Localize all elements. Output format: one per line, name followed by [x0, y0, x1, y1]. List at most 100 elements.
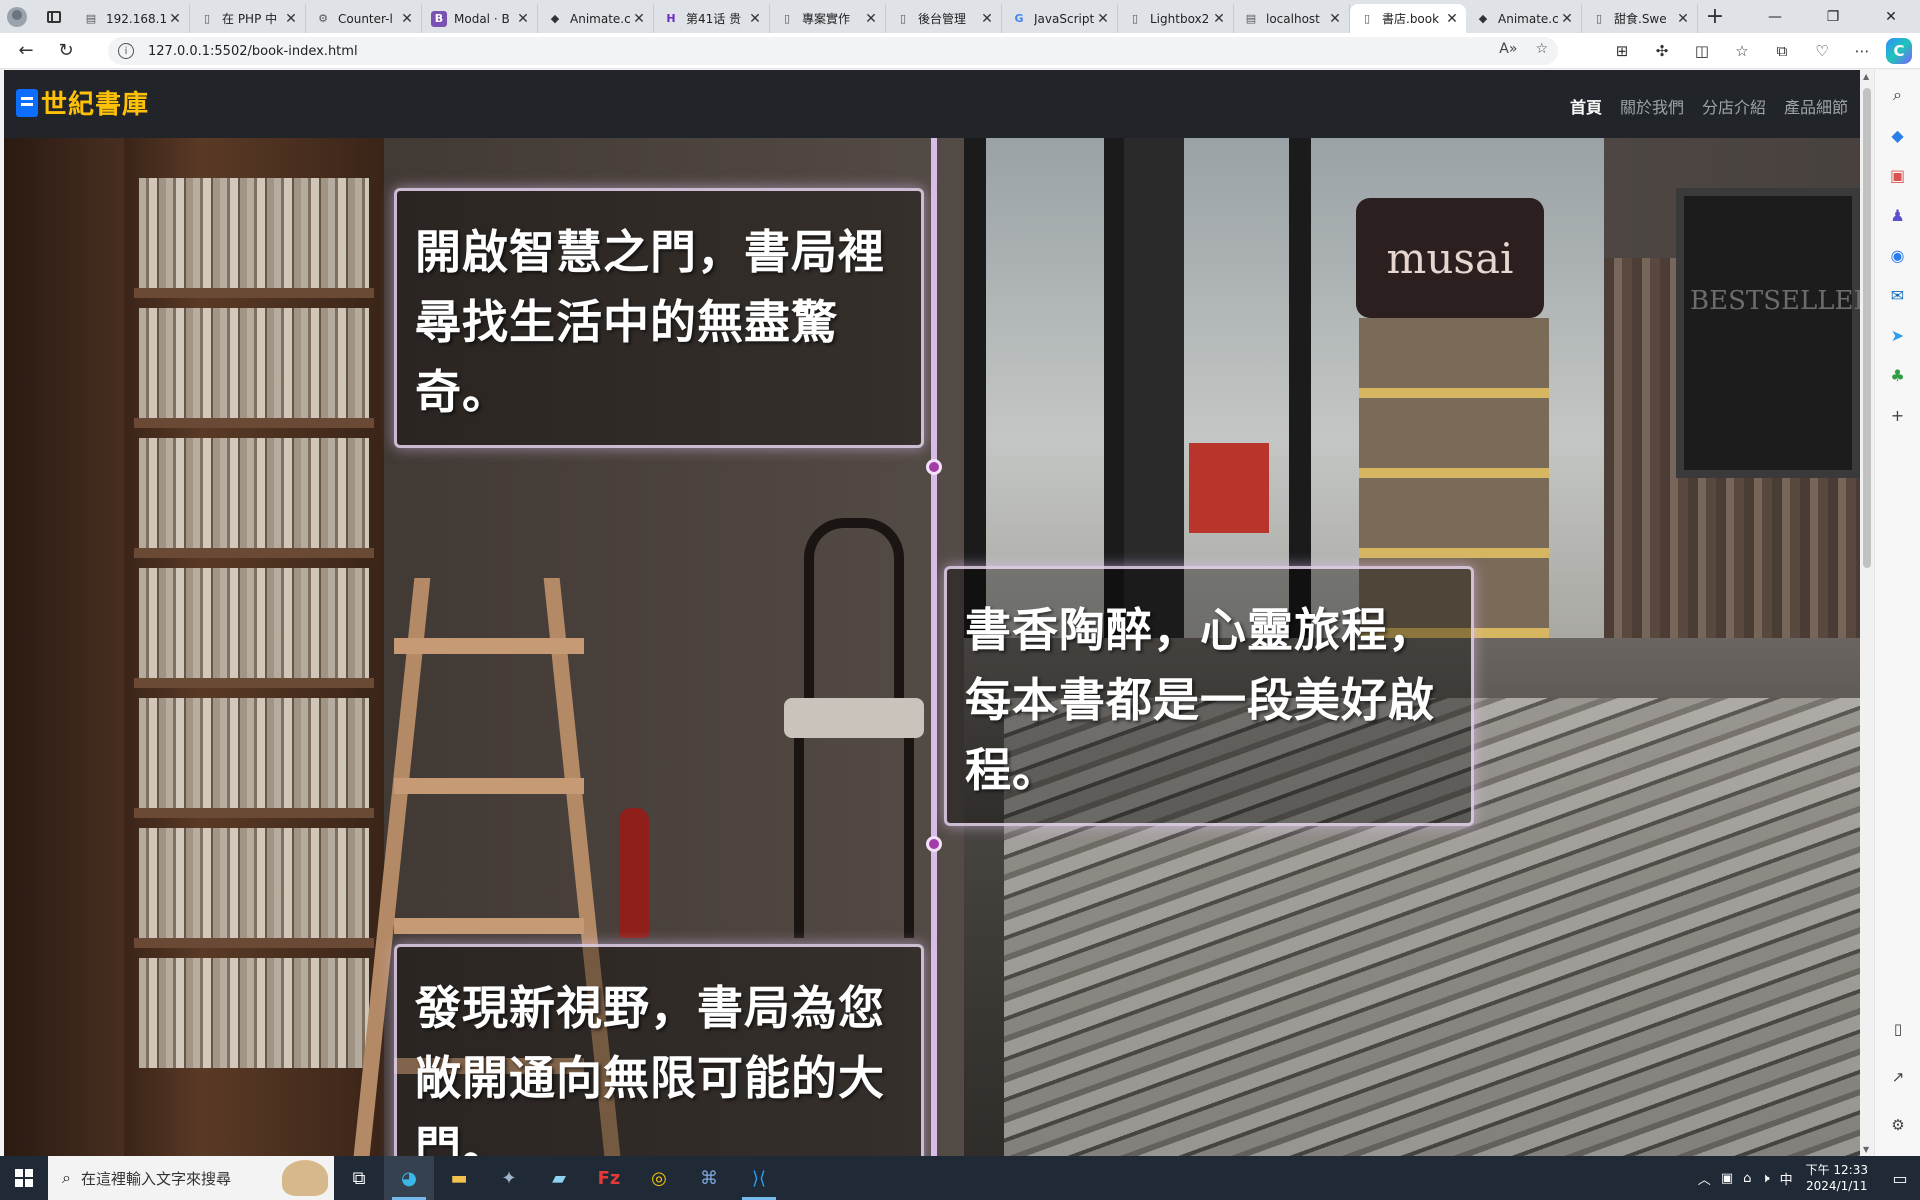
browser-tab[interactable]: G JavaScript ✕: [1002, 4, 1118, 33]
read-aloud-icon[interactable]: A»: [1499, 41, 1517, 57]
collections-icon[interactable]: ⧉: [1766, 35, 1798, 67]
scroll-up-arrow-icon[interactable]: ▲: [1863, 72, 1869, 81]
volume-icon[interactable]: 🕨: [1761, 1171, 1769, 1186]
browser-tab[interactable]: ▯ 甜食.Swe ✕: [1582, 4, 1698, 33]
tools-icon[interactable]: ▣: [1883, 160, 1913, 190]
close-tab-icon[interactable]: ✕: [283, 11, 299, 27]
browser-tab[interactable]: ▯ Lightbox2 ✕: [1118, 4, 1234, 33]
close-tab-icon[interactable]: ✕: [1559, 11, 1575, 27]
sidebar-panel-icon[interactable]: ▯: [1883, 1014, 1913, 1044]
games-icon[interactable]: ♟: [1883, 200, 1913, 230]
google-icon: G: [1014, 12, 1024, 25]
translate-icon[interactable]: ⊞: [1606, 35, 1638, 67]
chrome-icon[interactable]: ◎: [634, 1156, 684, 1200]
browser-tab[interactable]: ▤ 192.168.1 ✕: [74, 4, 190, 33]
file-explorer-icon[interactable]: ▬: [434, 1156, 484, 1200]
scrollbar-thumb[interactable]: [1863, 88, 1871, 568]
scroll-down-arrow-icon[interactable]: ▼: [1863, 1145, 1869, 1154]
browser-tab[interactable]: ◆ Animate.c ✕: [1466, 4, 1582, 33]
document-icon: ▯: [1595, 12, 1603, 25]
browser-tab[interactable]: ◆ Animate.c ✕: [538, 4, 654, 33]
shelf-books: [139, 178, 369, 288]
hero-section: musai BESTSELLER 開啟智慧之門，書局裡尋找生活中的無盡驚奇。 書…: [4, 138, 1860, 1156]
close-tab-icon[interactable]: ✕: [1444, 11, 1460, 27]
tree-icon[interactable]: ♣: [1883, 360, 1913, 390]
minimize-button[interactable]: —: [1746, 0, 1804, 33]
close-tab-icon[interactable]: ✕: [863, 11, 879, 27]
filezilla-icon[interactable]: Fz: [584, 1156, 634, 1200]
start-button[interactable]: [0, 1156, 48, 1200]
tray-expand-icon[interactable]: ︿: [1698, 1169, 1711, 1188]
favorites-icon[interactable]: ☆: [1726, 35, 1758, 67]
more-menu-icon[interactable]: ⋯: [1846, 35, 1878, 67]
close-tab-icon[interactable]: ✕: [979, 11, 995, 27]
close-tab-icon[interactable]: ✕: [1675, 11, 1691, 27]
new-tab-button[interactable]: +: [1698, 0, 1732, 33]
taskbar-search[interactable]: ⌕ 在這裡輸入文字來搜尋: [48, 1156, 334, 1200]
network-icon[interactable]: ⌂: [1743, 1171, 1751, 1186]
nav-link[interactable]: 首頁: [1570, 94, 1602, 118]
vscode-icon[interactable]: ⟩⟨: [734, 1156, 784, 1200]
browser-essentials-icon[interactable]: ♡: [1806, 35, 1838, 67]
notification-icon[interactable]: ▭: [1880, 1156, 1920, 1200]
task-view-icon[interactable]: ⧉: [334, 1156, 384, 1200]
close-tab-icon[interactable]: ✕: [167, 11, 183, 27]
copilot-icon[interactable]: C: [1886, 38, 1912, 64]
search-icon[interactable]: ⌕: [1883, 80, 1913, 110]
shelf-board: [134, 938, 374, 948]
send-icon[interactable]: ➤: [1883, 320, 1913, 350]
external-link-icon[interactable]: ↗: [1883, 1062, 1913, 1092]
browser-tab[interactable]: ▯ 書店.book ✕: [1350, 4, 1466, 33]
tab-list: ▤ 192.168.1 ✕ ▯ 在 PHP 中 ✕ ⚙ Counter-l ✕ B Modal · …: [74, 0, 1698, 33]
tray-app-icon[interactable]: ▣: [1721, 1171, 1733, 1186]
tab-title: Animate.c: [570, 11, 631, 26]
close-tab-icon[interactable]: ✕: [1211, 11, 1227, 27]
browser-tab[interactable]: B Modal · B ✕: [422, 4, 538, 33]
browser-tab[interactable]: ▯ 後台管理 ✕: [886, 4, 1002, 33]
nav-link[interactable]: 關於我們: [1620, 94, 1684, 118]
tag-icon[interactable]: ◆: [1883, 120, 1913, 150]
app-icon[interactable]: ✦: [484, 1156, 534, 1200]
document-icon: ▯: [899, 12, 907, 25]
microsoft365-icon[interactable]: ◉: [1883, 240, 1913, 270]
window-controls: — ❐ ✕: [1746, 0, 1920, 33]
clock[interactable]: 下午 12:33 2024/1/11: [1806, 1162, 1868, 1194]
close-tab-icon[interactable]: ✕: [747, 11, 763, 27]
ime-indicator[interactable]: 中: [1780, 1169, 1793, 1188]
nav-link[interactable]: 分店介紹: [1702, 94, 1766, 118]
bestseller-board: BESTSELLER: [1676, 188, 1860, 478]
url-text: 127.0.0.1:5502/book-index.html: [148, 43, 358, 59]
browser-tab[interactable]: ▤ localhost ✕: [1234, 4, 1350, 33]
tab-title: Counter-l: [338, 11, 393, 26]
close-tab-icon[interactable]: ✕: [399, 11, 415, 27]
close-window-button[interactable]: ✕: [1862, 0, 1920, 33]
network-app-icon[interactable]: ⌘: [684, 1156, 734, 1200]
close-tab-icon[interactable]: ✕: [1327, 11, 1343, 27]
extensions-icon[interactable]: ✣: [1646, 35, 1678, 67]
close-tab-icon[interactable]: ✕: [515, 11, 531, 27]
edge-sidebar: ⌕ ◆ ▣ ♟ ◉ ✉ ➤ ♣ + ▯ ↗ ⚙: [1874, 70, 1920, 1156]
restore-button[interactable]: ❐: [1804, 0, 1862, 33]
refresh-button[interactable]: ↻: [48, 33, 84, 69]
brand-link[interactable]: 世紀書庫: [16, 84, 149, 121]
outlook-icon[interactable]: ✉: [1883, 280, 1913, 310]
edge-taskbar-icon[interactable]: ◕: [384, 1156, 434, 1200]
profile-button[interactable]: [0, 0, 34, 33]
nav-link[interactable]: 產品細節: [1784, 94, 1848, 118]
favorite-star-icon[interactable]: ☆: [1535, 41, 1548, 57]
site-info-icon[interactable]: i: [118, 43, 134, 59]
browser-tab[interactable]: ▯ 專案實作 ✕: [770, 4, 886, 33]
tab-actions-button[interactable]: [34, 0, 74, 33]
notepad-icon[interactable]: ▰: [534, 1156, 584, 1200]
browser-tab[interactable]: ▯ 在 PHP 中 ✕: [190, 4, 306, 33]
add-icon[interactable]: +: [1883, 400, 1913, 430]
close-tab-icon[interactable]: ✕: [631, 11, 647, 27]
split-screen-icon[interactable]: ◫: [1686, 35, 1718, 67]
back-button[interactable]: ←: [8, 33, 44, 69]
browser-tab[interactable]: ⚙ Counter-l ✕: [306, 4, 422, 33]
close-tab-icon[interactable]: ✕: [1095, 11, 1111, 27]
url-field[interactable]: i 127.0.0.1:5502/book-index.html A» ☆: [108, 37, 1558, 65]
page-scrollbar[interactable]: ▲ ▼: [1860, 70, 1874, 1156]
browser-tab[interactable]: H 第41话 贵 ✕: [654, 4, 770, 33]
settings-gear-icon[interactable]: ⚙: [1883, 1110, 1913, 1140]
